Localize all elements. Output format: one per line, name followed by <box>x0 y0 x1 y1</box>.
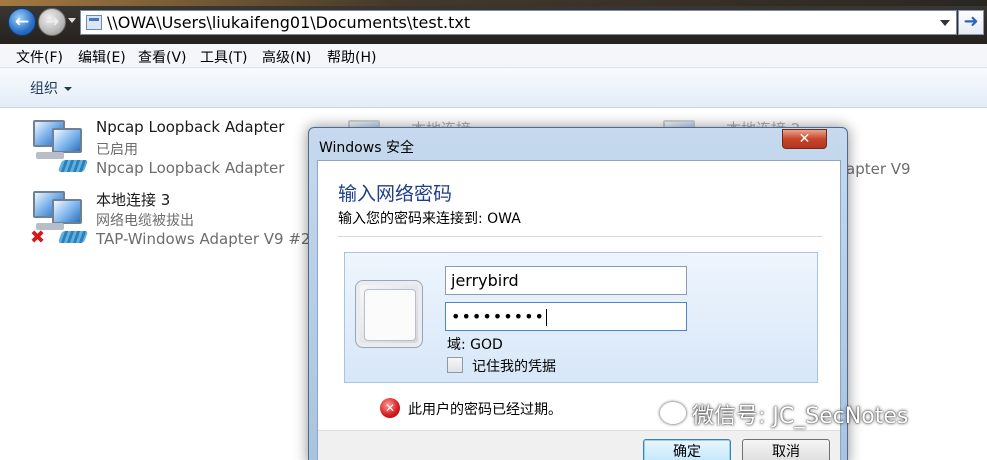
address-dropdown-icon[interactable] <box>940 20 950 26</box>
back-arrow-icon: ← <box>14 12 30 32</box>
adapter-item-local-3[interactable]: ✖ 本地连接 3 网络电缆被拔出 TAP-Windows Adapter V9 … <box>30 189 330 253</box>
dialog-title: Windows 安全 <box>319 140 414 156</box>
disconnected-x-icon: ✖ <box>30 227 46 248</box>
close-button[interactable]: ✕ <box>782 129 827 149</box>
go-arrow-icon: ➜ <box>963 11 979 32</box>
wechat-icon <box>660 402 686 424</box>
user-avatar <box>355 280 423 348</box>
organize-button[interactable]: 组织 <box>30 78 72 98</box>
divider <box>338 236 822 237</box>
adapter-device: TAP-Windows Adapter V9 #2 <box>96 230 311 248</box>
adapter-device: Npcap Loopback Adapter <box>96 159 285 177</box>
menu-edit[interactable]: 编辑(E) <box>78 47 126 67</box>
password-mask: ••••••••• <box>451 307 545 326</box>
ok-button[interactable]: 确定 <box>643 439 731 460</box>
watermark: 微信号: JC_SecNotes <box>692 404 909 429</box>
close-icon: ✕ <box>798 131 811 147</box>
go-button[interactable]: ➜ <box>958 10 984 35</box>
menu-tools[interactable]: 工具(T) <box>200 47 247 67</box>
domain-label: 域: GOD <box>447 337 503 353</box>
menu-advanced[interactable]: 高级(N) <box>262 47 311 67</box>
explorer-window: ← → \\OWA\Users\liukaifeng01\Documents\t… <box>0 0 987 460</box>
password-field[interactable]: ••••••••• <box>445 302 687 331</box>
network-file-icon <box>86 15 102 30</box>
address-toolbar: ← → \\OWA\Users\liukaifeng01\Documents\t… <box>0 0 987 44</box>
adapter-status: 网络电缆被拔出 <box>96 213 194 229</box>
menu-bar: 文件(F) 编辑(E) 查看(V) 工具(T) 高级(N) 帮助(H) <box>0 44 987 68</box>
adapter-status: 已启用 <box>96 142 138 158</box>
forward-button[interactable]: → <box>38 8 66 36</box>
dialog-subtitle: 输入您的密码来连接到: OWA <box>338 211 521 227</box>
text-caret <box>545 309 547 326</box>
error-message: 此用户的密码已经过期。 <box>408 402 562 418</box>
dialog-button-bar: 确定 取消 <box>318 430 840 460</box>
network-adapter-icon: ✖ <box>30 189 89 248</box>
command-bar: 组织 <box>0 68 987 108</box>
adapter-device-partial: apter V9 <box>846 160 911 178</box>
recent-pages-dropdown[interactable] <box>68 18 76 23</box>
remember-checkbox[interactable] <box>447 357 463 373</box>
adapter-item-npcap[interactable]: Npcap Loopback Adapter 已启用 Npcap Loopbac… <box>30 118 330 182</box>
menu-help[interactable]: 帮助(H) <box>327 47 376 67</box>
remember-label[interactable]: 记住我的凭据 <box>472 356 556 376</box>
error-icon: ✕ <box>380 398 400 418</box>
address-field[interactable]: \\OWA\Users\liukaifeng01\Documents\test.… <box>80 10 957 35</box>
forward-arrow-icon: → <box>44 12 60 32</box>
chevron-down-icon <box>64 87 72 91</box>
cancel-button[interactable]: 取消 <box>742 439 830 460</box>
menu-file[interactable]: 文件(F) <box>16 47 63 67</box>
toolbar-glow <box>0 0 987 6</box>
adapter-name: 本地连接 3 <box>96 191 171 209</box>
adapter-name: Npcap Loopback Adapter <box>96 118 285 136</box>
network-adapter-icon <box>30 118 89 176</box>
credential-tile: jerrybird ••••••••• 域: GOD 记住我的凭据 <box>344 252 818 383</box>
username-field[interactable]: jerrybird <box>445 266 687 295</box>
menu-view[interactable]: 查看(V) <box>138 47 187 67</box>
organize-label: 组织 <box>30 81 58 97</box>
address-path: \\OWA\Users\liukaifeng01\Documents\test.… <box>107 13 471 32</box>
dialog-heading: 输入网络密码 <box>338 183 453 205</box>
back-button[interactable]: ← <box>8 8 36 36</box>
